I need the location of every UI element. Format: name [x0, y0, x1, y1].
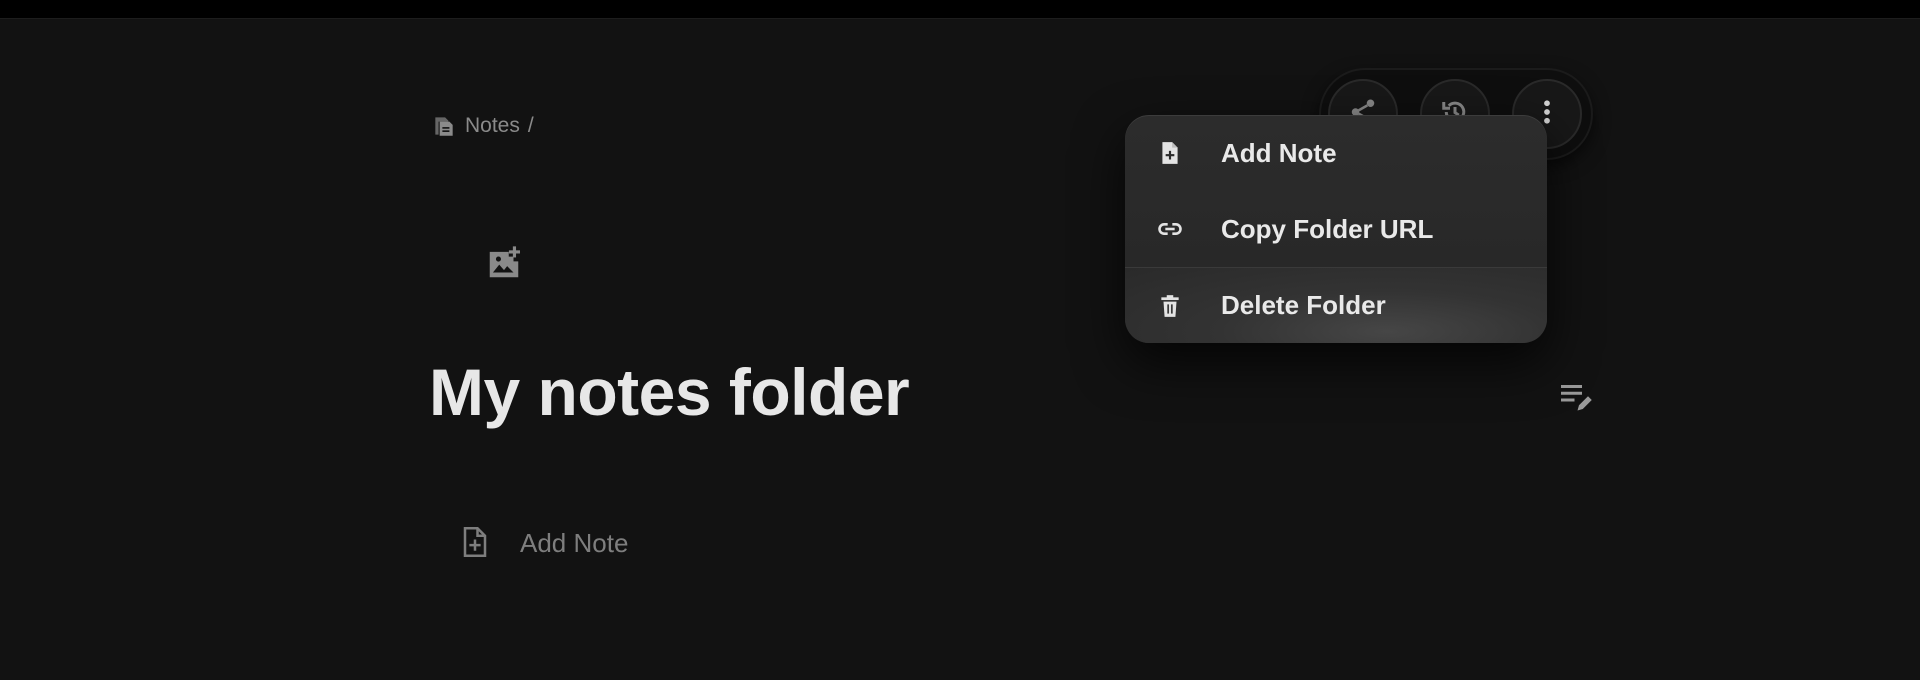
menu-item-delete-folder[interactable]: Delete Folder — [1125, 267, 1547, 343]
folder-title[interactable]: My notes folder — [429, 354, 910, 430]
link-icon — [1156, 215, 1184, 243]
add-cover-image-button[interactable] — [484, 245, 524, 285]
menu-item-label: Add Note — [1221, 137, 1337, 168]
add-note-icon — [460, 525, 494, 561]
add-note-label: Add Note — [520, 527, 629, 558]
folder-page: Notes / My notes folder Add Note Add Not… — [0, 19, 1920, 680]
edit-description-icon — [1558, 379, 1594, 420]
folder-options-menu: Add Note Copy Folder URL Delete Folder — [1125, 115, 1547, 343]
menu-item-copy-folder-url[interactable]: Copy Folder URL — [1125, 191, 1547, 267]
breadcrumb-notes-link[interactable]: Notes — [465, 114, 520, 138]
breadcrumb: Notes / — [431, 113, 534, 139]
notes-stack-icon — [431, 113, 457, 139]
add-note-row[interactable]: Add Note — [460, 525, 628, 561]
menu-item-label: Copy Folder URL — [1221, 213, 1434, 244]
trash-icon — [1156, 292, 1184, 320]
edit-description-button[interactable] — [1556, 379, 1596, 419]
menu-item-add-note[interactable]: Add Note — [1125, 115, 1547, 191]
breadcrumb-separator: / — [527, 114, 534, 137]
add-note-icon — [1156, 139, 1184, 167]
add-image-icon — [485, 244, 523, 287]
window-top-bar — [0, 0, 1920, 19]
menu-item-label: Delete Folder — [1221, 290, 1386, 320]
